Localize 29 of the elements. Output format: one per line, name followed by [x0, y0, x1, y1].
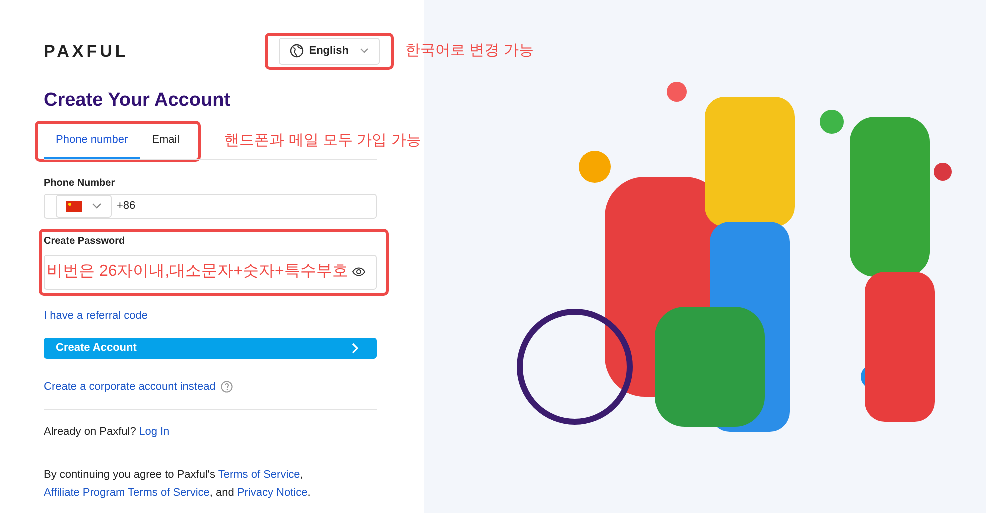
- country-code: +86: [117, 198, 136, 214]
- legal-link[interactable]: Affiliate Program Terms of Service: [44, 487, 210, 499]
- field-label: Phone Number: [44, 176, 116, 191]
- corporate-account-link[interactable]: Create a corporate account instead: [44, 379, 216, 396]
- legal-link[interactable]: Privacy Notice: [237, 487, 308, 499]
- globe-icon: [290, 44, 304, 58]
- logo: PAXFUL: [44, 40, 129, 62]
- language-dropdown[interactable]: English: [278, 38, 380, 64]
- country-select[interactable]: [56, 194, 112, 218]
- login-link[interactable]: Log In: [139, 424, 170, 440]
- page-heading: Create Your Account: [44, 90, 232, 112]
- tab[interactable]: Phone number: [44, 124, 140, 159]
- caret-icon: [92, 203, 102, 210]
- flag-icon: [66, 200, 82, 212]
- caret-icon: [360, 48, 370, 54]
- field-label: Create Password: [44, 234, 126, 249]
- annotation-note: 비번은 26자이내,대소문자+숫자+특수부호: [47, 262, 348, 282]
- password-field[interactable]: 비번은 26자이내,대소문자+숫자+특수부호: [44, 254, 377, 290]
- annotation-note: 핸드폰과 메일 모두 가입 가능: [224, 131, 422, 152]
- legal-link[interactable]: Terms of Service: [218, 469, 300, 481]
- phone-field[interactable]: +86: [44, 194, 377, 219]
- help-icon[interactable]: [221, 381, 234, 394]
- login-prompt: Already on Paxful?: [44, 424, 136, 440]
- chevron-right-icon: [352, 343, 359, 354]
- legal-notice: By continuing you agree to Paxful's Terms of Service, Affiliate Program Terms of Service, and Privacy Notice.: [44, 468, 312, 501]
- referral-link[interactable]: I have a referral code: [44, 308, 148, 324]
- tab[interactable]: Email: [140, 124, 192, 159]
- eye-icon: [352, 267, 366, 278]
- annotation-note: 한국어로 변경 가능: [405, 41, 534, 61]
